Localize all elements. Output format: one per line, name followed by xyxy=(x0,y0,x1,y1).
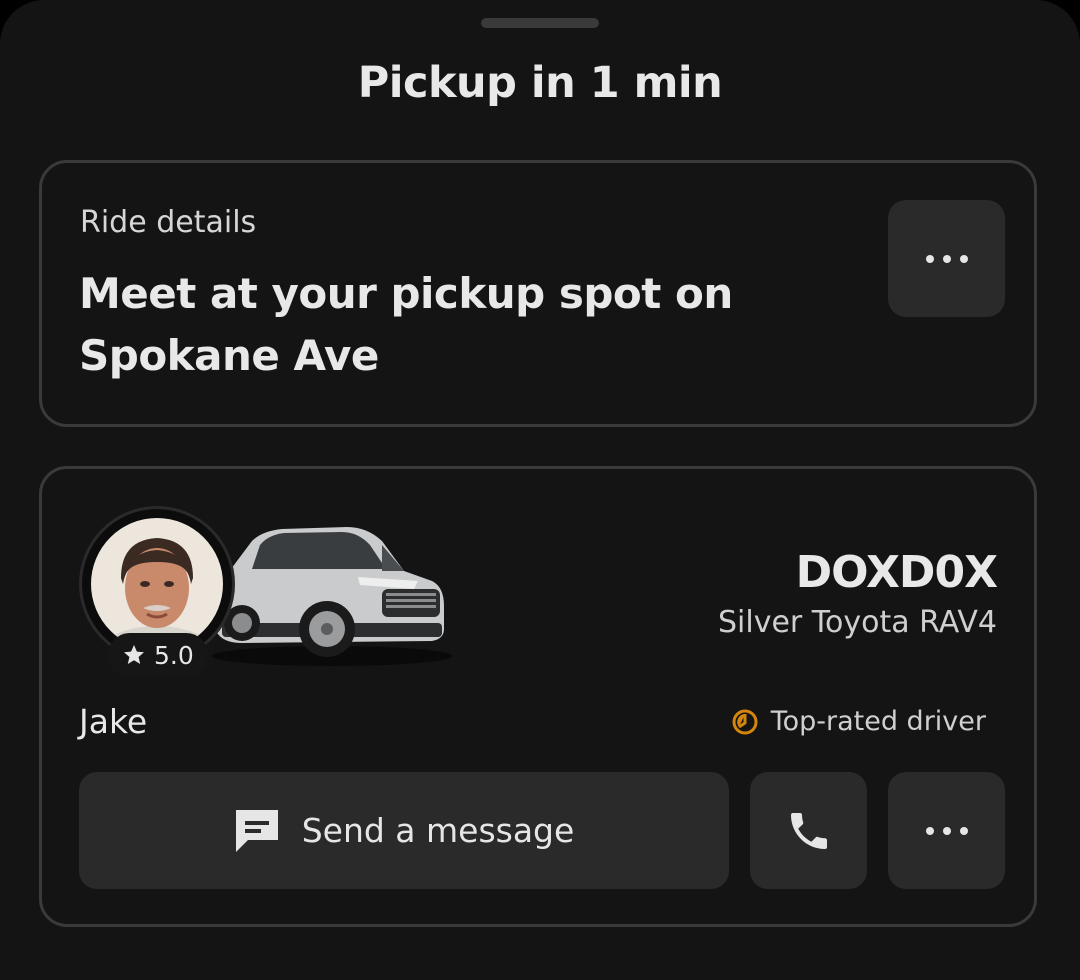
pickup-instruction: Meet at your pickup spot on Spokane Ave xyxy=(79,269,733,380)
driver-name: Jake xyxy=(79,702,148,741)
driver-rating-value: 5.0 xyxy=(154,640,194,670)
top-rated-badge-label: Top-rated driver xyxy=(770,706,986,737)
send-message-label: Send a message xyxy=(301,811,575,850)
driver-more-options-button[interactable] xyxy=(888,772,1005,889)
sheet-drag-handle[interactable] xyxy=(481,18,599,28)
phone-icon xyxy=(790,812,827,849)
ride-details-more-button[interactable] xyxy=(888,200,1005,317)
license-plate: DOXD0X xyxy=(795,547,998,598)
call-driver-button[interactable] xyxy=(750,772,867,889)
more-horizontal-icon xyxy=(925,254,968,263)
top-rated-badge-icon xyxy=(732,709,758,734)
pickup-eta-title: Pickup in 1 min xyxy=(357,58,723,108)
ride-details-card: Ride details Meet at your pickup spot on… xyxy=(39,160,1037,427)
trip-bottom-sheet: Pickup in 1 min Ride details Meet at you… xyxy=(0,0,1080,980)
ride-details-label: Ride details xyxy=(80,205,257,240)
vehicle-description: Silver Toyota RAV4 xyxy=(717,605,997,640)
message-icon xyxy=(235,809,278,852)
driver-card: 5.0 DOXD0X Silver Toyota RAV4 Jake Top-r… xyxy=(39,466,1037,927)
driver-rating-badge: 5.0 xyxy=(108,633,208,677)
star-icon xyxy=(124,645,144,664)
driver-avatar[interactable] xyxy=(91,518,223,650)
top-rated-badge: Top-rated driver xyxy=(731,706,986,737)
more-horizontal-icon xyxy=(925,826,968,835)
send-message-button[interactable]: Send a message xyxy=(79,772,729,889)
